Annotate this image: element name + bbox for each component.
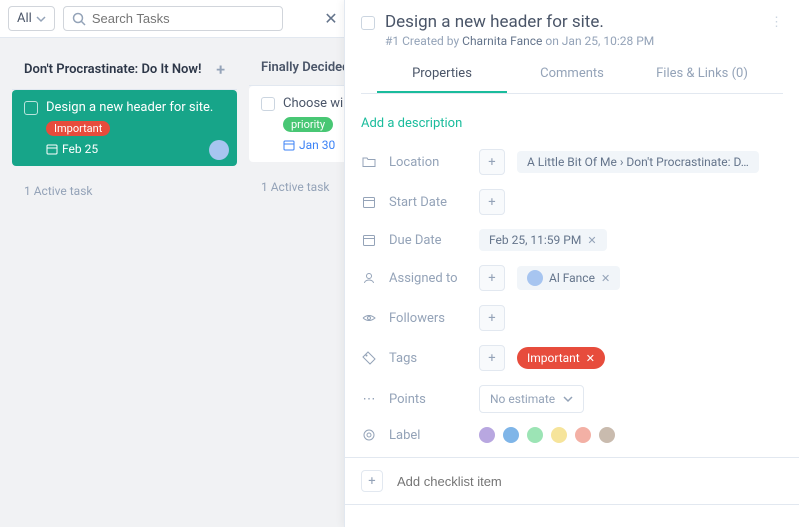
task-title: Design a new header for site. <box>46 100 213 115</box>
due-date-label: Due Date <box>389 233 467 248</box>
add-start-date-button[interactable]: + <box>479 189 505 215</box>
calendar-icon <box>361 195 377 209</box>
user-icon <box>361 271 377 285</box>
assignee-avatar <box>527 270 543 286</box>
task-tag: Important <box>46 121 110 136</box>
column-header: Don't Procrastinate: Do It Now! + <box>12 50 237 90</box>
task-checkbox[interactable] <box>261 97 275 111</box>
search-input[interactable] <box>92 11 274 26</box>
close-panel-button[interactable]: ✕ <box>321 8 341 28</box>
points-icon: ⋯ <box>361 392 377 407</box>
due-date-value[interactable]: Feb 25, 11:59 PM✕ <box>479 229 607 251</box>
checklist-input[interactable] <box>397 474 783 489</box>
calendar-icon <box>283 139 295 151</box>
task-card[interactable]: Design a new header for site. Important … <box>12 90 237 166</box>
add-checklist-button[interactable]: + <box>361 470 383 492</box>
calendar-icon <box>46 143 58 155</box>
points-select[interactable]: No estimate <box>479 385 584 413</box>
label-color-dot[interactable] <box>479 427 495 443</box>
label-color-dot[interactable] <box>503 427 519 443</box>
folder-icon <box>361 155 377 169</box>
task-detail-panel: ✕ Design a new header for site. ⋮ #1 Cre… <box>344 0 799 527</box>
remove-tag[interactable]: ✕ <box>586 352 595 365</box>
label-color-dot[interactable] <box>551 427 567 443</box>
label-color-picker <box>479 427 615 443</box>
assignee-pill[interactable]: Al Fance✕ <box>517 266 620 290</box>
column-dont-procrastinate: Don't Procrastinate: Do It Now! + Design… <box>12 50 237 208</box>
calendar-icon <box>361 233 377 247</box>
assignee-avatar <box>209 140 229 160</box>
label-color-dot[interactable] <box>527 427 543 443</box>
add-follower-button[interactable]: + <box>479 305 505 331</box>
add-task-button[interactable]: + <box>216 60 225 79</box>
task-tag: priority <box>283 117 333 132</box>
points-label: Points <box>389 392 467 407</box>
tab-files[interactable]: Files & Links (0) <box>637 56 767 93</box>
label-color-dot[interactable] <box>599 427 615 443</box>
more-menu-button[interactable]: ⋮ <box>770 15 783 30</box>
add-description-link[interactable]: Add a description <box>361 116 783 131</box>
tab-properties[interactable]: Properties <box>377 56 507 93</box>
chevron-down-icon <box>563 394 573 404</box>
location-label: Location <box>389 155 467 170</box>
column-title: Finally Decided t <box>261 60 357 75</box>
label-label: Label <box>389 428 467 443</box>
followers-label: Followers <box>389 311 467 326</box>
panel-meta: #1 Created by Charnita Fance on Jan 25, … <box>361 34 783 48</box>
task-checkbox[interactable] <box>24 101 38 115</box>
filter-dropdown[interactable]: All <box>8 6 55 31</box>
column-footer: 1 Active task <box>12 174 237 208</box>
remove-assignee[interactable]: ✕ <box>601 272 610 285</box>
tab-comments[interactable]: Comments <box>507 56 637 93</box>
task-checkbox[interactable] <box>361 16 375 30</box>
clear-due-date[interactable]: ✕ <box>587 234 596 247</box>
task-date: Jan 30 <box>299 138 335 152</box>
label-icon <box>361 428 377 442</box>
task-date: Feb 25 <box>62 142 98 156</box>
tag-icon <box>361 351 377 365</box>
chevron-down-icon <box>36 14 46 24</box>
search-icon <box>72 12 86 26</box>
add-tag-button[interactable]: + <box>479 345 505 371</box>
add-location-button[interactable]: + <box>479 149 505 175</box>
eye-icon <box>361 311 377 325</box>
tag-pill[interactable]: Important✕ <box>517 347 605 369</box>
panel-title[interactable]: Design a new header for site. <box>385 12 760 32</box>
start-date-label: Start Date <box>389 195 467 210</box>
tags-label: Tags <box>389 351 467 366</box>
assigned-label: Assigned to <box>389 271 467 286</box>
column-title: Don't Procrastinate: Do It Now! <box>24 62 201 77</box>
search-box[interactable] <box>63 6 283 31</box>
label-color-dot[interactable] <box>575 427 591 443</box>
filter-label: All <box>17 11 32 26</box>
add-assignee-button[interactable]: + <box>479 265 505 291</box>
location-breadcrumb[interactable]: A Little Bit Of Me › Don't Procrastinate… <box>517 151 759 173</box>
